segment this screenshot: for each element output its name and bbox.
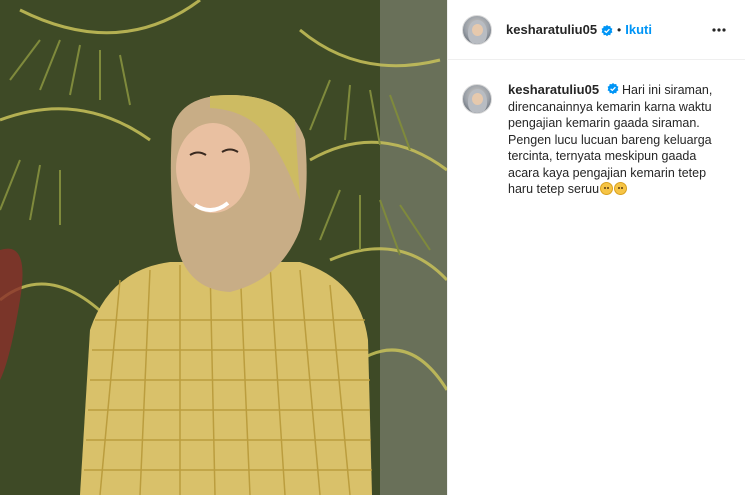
pleading-face-emoji-icon — [600, 182, 614, 195]
post-caption: kesharatuliu05 Hari ini siraman, direnca… — [448, 60, 745, 198]
caption-body: kesharatuliu05 Hari ini siraman, direnca… — [508, 82, 726, 198]
caption-text: Hari ini siraman, direncanainnya kemarin… — [508, 83, 713, 196]
caption-avatar[interactable] — [462, 84, 492, 114]
post-photo[interactable] — [0, 0, 447, 495]
caption-username[interactable]: kesharatuliu05 — [508, 82, 599, 97]
header-separator: • — [617, 22, 622, 37]
avatar-face — [472, 23, 483, 36]
follow-button[interactable]: Ikuti — [625, 22, 652, 37]
post-container: kesharatuliu05 • Ikuti kesharatuliu05 Ha… — [0, 0, 745, 495]
verified-badge-icon — [607, 83, 619, 95]
avatar[interactable] — [462, 14, 492, 45]
post-sidebar: kesharatuliu05 • Ikuti kesharatuliu05 Ha… — [447, 0, 745, 495]
avatar-face — [472, 93, 483, 105]
hugging-face-emoji-icon — [614, 182, 628, 195]
post-header: kesharatuliu05 • Ikuti — [448, 0, 745, 60]
post-photo-illustration — [0, 0, 447, 495]
more-options-icon[interactable] — [707, 18, 731, 42]
verified-badge-icon — [601, 24, 613, 36]
header-username[interactable]: kesharatuliu05 — [506, 22, 597, 37]
